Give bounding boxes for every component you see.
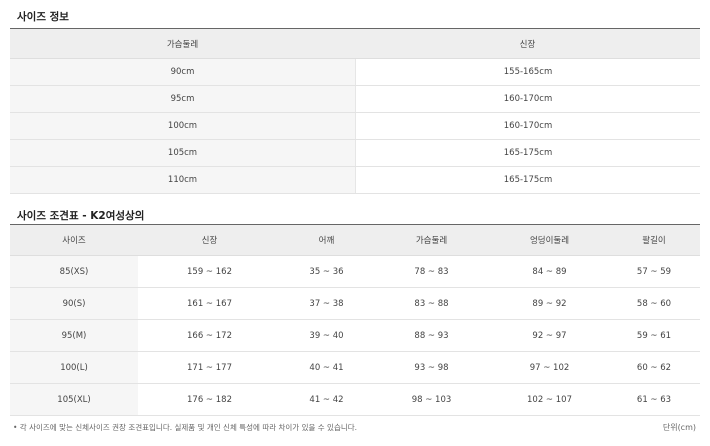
height-cell: 171 ~ 177 xyxy=(187,362,232,373)
hip-cell: 89 ~ 92 xyxy=(532,298,567,309)
height-cell: 161 ~ 167 xyxy=(187,298,232,309)
arm-length-cell: 57 ~ 59 xyxy=(636,266,672,277)
chest-cell: 83 ~ 88 xyxy=(414,298,449,309)
header-chest: 가슴둘레 xyxy=(166,39,199,50)
shoulder-cell: 41 ~ 42 xyxy=(309,394,344,405)
table-row: 100(L) 171 ~ 177 40 ~ 41 93 ~ 98 97 ~ 10… xyxy=(10,352,700,384)
chest-cell: 93 ~ 98 xyxy=(414,362,449,373)
height-cell: 165-175cm xyxy=(355,167,700,193)
arm-length-cell: 61 ~ 63 xyxy=(636,394,672,405)
shoulder-cell: 40 ~ 41 xyxy=(309,362,344,373)
table-row: 105cm 165-175cm xyxy=(10,140,700,167)
size-info-title: 사이즈 정보 xyxy=(17,11,69,23)
table-row: 90(S) 161 ~ 167 37 ~ 38 83 ~ 88 89 ~ 92 … xyxy=(10,288,700,320)
height-cell: 165-175cm xyxy=(355,140,700,166)
hip-cell: 97 ~ 102 xyxy=(529,362,570,373)
table-row: 95(M) 166 ~ 172 39 ~ 40 88 ~ 93 92 ~ 97 … xyxy=(10,320,700,352)
height-cell: 176 ~ 182 xyxy=(187,394,232,405)
size-info-header-row: 가슴둘레 신장 xyxy=(10,29,700,59)
hip-cell: 84 ~ 89 xyxy=(532,266,567,277)
hip-cell: 92 ~ 97 xyxy=(532,330,567,341)
header-arm-length: 팔길이 xyxy=(642,236,666,246)
header-hip: 엉덩이둘레 xyxy=(529,236,570,246)
chest-cell: 90cm xyxy=(10,59,355,85)
table-row: 105(XL) 176 ~ 182 41 ~ 42 98 ~ 103 102 ~… xyxy=(10,384,700,416)
size-cell: 95(M) xyxy=(10,320,138,351)
height-cell: 155-165cm xyxy=(355,59,700,85)
size-cell: 100(L) xyxy=(10,352,138,383)
size-chart-note: • 각 사이즈에 맞는 신체사이즈 권장 조견표입니다. 실제품 및 개인 신체… xyxy=(13,423,358,432)
height-cell: 159 ~ 162 xyxy=(187,266,232,277)
table-row: 110cm 165-175cm xyxy=(10,167,700,194)
chest-cell: 88 ~ 93 xyxy=(414,330,449,341)
header-chest: 가슴둘레 xyxy=(415,236,448,246)
chest-cell: 110cm xyxy=(10,167,355,193)
table-row: 95cm 160-170cm xyxy=(10,86,700,113)
height-cell: 166 ~ 172 xyxy=(187,330,232,341)
height-cell: 160-170cm xyxy=(355,113,700,139)
shoulder-cell: 35 ~ 36 xyxy=(309,266,344,277)
arm-length-cell: 58 ~ 60 xyxy=(636,298,672,309)
header-size: 사이즈 xyxy=(62,236,86,246)
chest-cell: 105cm xyxy=(10,140,355,166)
size-cell: 105(XL) xyxy=(10,384,138,415)
unit-label: 단위(cm) xyxy=(662,423,696,432)
table-row: 85(XS) 159 ~ 162 35 ~ 36 78 ~ 83 84 ~ 89… xyxy=(10,256,700,288)
size-chart-table: 사이즈 신장 어깨 가슴둘레 엉덩이둘레 팔길이 85(XS) 159 ~ 16… xyxy=(10,224,700,416)
header-shoulder: 어깨 xyxy=(318,236,335,246)
table-row: 90cm 155-165cm xyxy=(10,59,700,86)
chest-cell: 78 ~ 83 xyxy=(414,266,449,277)
size-chart-header-row: 사이즈 신장 어깨 가슴둘레 엉덩이둘레 팔길이 xyxy=(10,225,700,256)
size-info-table: 가슴둘레 신장 90cm 155-165cm 95cm 160-170cm 10… xyxy=(10,28,700,194)
table-row: 100cm 160-170cm xyxy=(10,113,700,140)
header-height: 신장 xyxy=(519,39,536,50)
header-height: 신장 xyxy=(201,236,218,246)
size-chart-title: 사이즈 조견표 - K2여성상의 xyxy=(17,210,145,222)
arm-length-cell: 60 ~ 62 xyxy=(636,362,672,373)
shoulder-cell: 39 ~ 40 xyxy=(309,330,344,341)
chest-cell: 98 ~ 103 xyxy=(411,394,452,405)
hip-cell: 102 ~ 107 xyxy=(527,394,572,405)
shoulder-cell: 37 ~ 38 xyxy=(309,298,344,309)
chest-cell: 95cm xyxy=(10,86,355,112)
arm-length-cell: 59 ~ 61 xyxy=(636,330,672,341)
size-cell: 85(XS) xyxy=(10,256,138,287)
height-cell: 160-170cm xyxy=(355,86,700,112)
chest-cell: 100cm xyxy=(10,113,355,139)
size-cell: 90(S) xyxy=(10,288,138,319)
